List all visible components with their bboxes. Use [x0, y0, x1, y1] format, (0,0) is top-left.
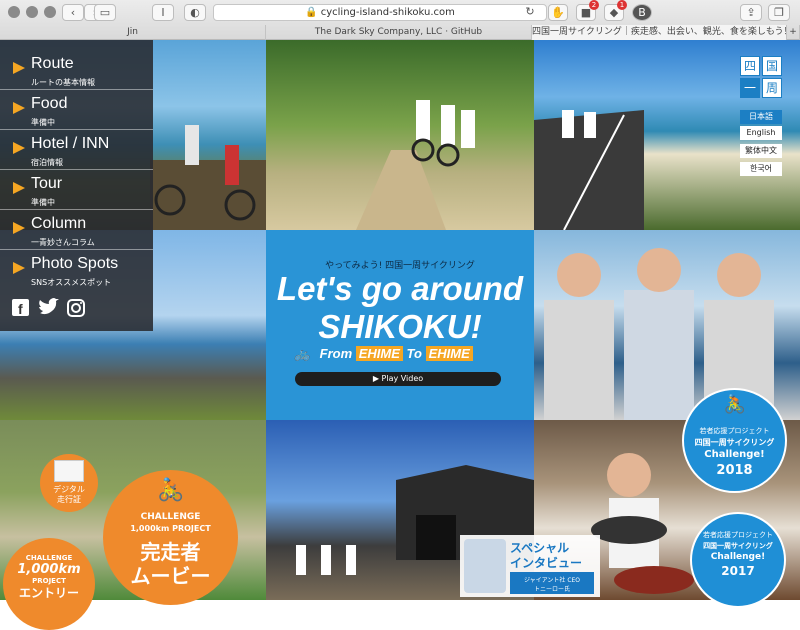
extension-badge-1-icon[interactable]: 2 ■ — [576, 0, 599, 21]
arrow-right-icon — [13, 102, 25, 114]
extension-badge-2-icon[interactable]: 1 ◆ — [604, 0, 627, 21]
hero-route-line: 🚲 From EHIME To EHIME — [294, 346, 524, 362]
menu-item-column[interactable]: Column 一青妙さんコラム — [0, 210, 153, 250]
lock-icon: 🔒 — [305, 7, 318, 18]
lang-english[interactable]: English — [740, 126, 782, 140]
language-switcher: 日本語 English 繁体中文 한국어 — [740, 110, 782, 178]
play-video-button[interactable]: ▶ Play Video — [295, 372, 501, 386]
arrow-right-icon — [13, 62, 25, 74]
facebook-icon[interactable]: f — [12, 299, 29, 317]
menu-item-hotel[interactable]: Hotel / INN 宿泊情報 — [0, 130, 153, 170]
hero-title-line2: SHIKOKU! — [318, 308, 482, 345]
lang-traditional-chinese[interactable]: 繁体中文 — [740, 144, 782, 158]
entry-badge[interactable]: CHALLENGE 1,000km PROJECT エントリー — [3, 538, 95, 630]
lang-japanese[interactable]: 日本語 — [740, 110, 782, 124]
tab-shikoku[interactable]: 四国一周サイクリング｜疾走感、出会い、観光、食を楽しもう！ — [532, 25, 787, 40]
bicycle-icon: 🚲 — [294, 346, 311, 361]
extension-icon[interactable]: ◐ — [184, 4, 206, 21]
badge-count-2: 1 — [617, 0, 627, 10]
tab-github[interactable]: The Dark Sky Company, LLC · GitHub — [266, 25, 532, 40]
logo-char: 国 — [762, 56, 782, 76]
photo-selfie-cyclists[interactable] — [534, 230, 800, 420]
menu-item-food[interactable]: Food 準備中 — [0, 90, 153, 130]
cyclist-icon: 🚴 — [157, 478, 185, 503]
url-text: cycling-island-shikoku.com — [320, 7, 455, 18]
tabs-overview-icon[interactable]: ❐ — [768, 4, 790, 21]
address-bar[interactable]: 🔒 cycling-island-shikoku.com — [213, 4, 547, 21]
reader-button[interactable]: I — [152, 4, 174, 21]
instagram-icon[interactable] — [67, 299, 85, 317]
browser-chrome: ‹ › ▭ I ◐ 🔒 cycling-island-shikoku.com ↻… — [0, 0, 800, 40]
play-icon: ▶ — [372, 374, 379, 383]
cyclist-icon: 🚴 — [723, 394, 747, 415]
profile-avatar[interactable]: B — [632, 4, 652, 21]
main-menu: Route ルートの基本情報 Food 準備中 Hotel / INN 宿泊情報 To… — [0, 40, 153, 331]
challenge-2018-badge[interactable]: 🚴 若者応援プロジェクト 四国一周サイクリング Challenge! 2018 — [682, 388, 787, 493]
selfie-cyclists-art — [544, 248, 774, 420]
photo-tree-road[interactable] — [266, 40, 534, 230]
minimize-window-button[interactable] — [26, 6, 38, 18]
logo-char: 一 — [740, 78, 760, 98]
browser-toolbar: ‹ › ▭ I ◐ 🔒 cycling-island-shikoku.com ↻… — [0, 0, 800, 24]
site-logo[interactable]: 四 国 一 周 — [740, 56, 782, 98]
zoom-window-button[interactable] — [44, 6, 56, 18]
map-card-icon — [54, 460, 84, 482]
logo-char: 周 — [762, 78, 782, 98]
interviewee-portrait — [464, 539, 506, 593]
hero-from-place: EHIME — [355, 346, 403, 361]
challenge-2017-badge[interactable]: 若者応援プロジェクト 四国一周サイクリング Challenge! 2017 — [690, 512, 786, 608]
arrow-right-icon — [13, 182, 25, 194]
extension-hand-icon[interactable]: ✋ — [548, 4, 568, 21]
menu-item-route[interactable]: Route ルートの基本情報 — [0, 50, 153, 90]
tab-bar: Jin The Dark Sky Company, LLC · GitHub 四… — [0, 25, 800, 40]
new-tab-button[interactable]: + — [787, 25, 800, 40]
sidebar-toggle-icon[interactable]: ▭ — [94, 4, 116, 21]
arrow-right-icon — [13, 262, 25, 274]
back-button[interactable]: ‹ — [62, 4, 84, 21]
twitter-icon[interactable] — [39, 298, 59, 315]
menu-item-tour[interactable]: Tour 準備中 — [0, 170, 153, 210]
tree-road-art — [356, 100, 475, 230]
svg-text:f: f — [18, 301, 23, 317]
badge-count-1: 2 — [589, 0, 599, 10]
arrow-right-icon — [13, 142, 25, 154]
lang-korean[interactable]: 한국어 — [740, 162, 782, 176]
special-interview-banner[interactable]: スペシャル インタビュー ジャイアント社 CEO トニーロー氏 — [460, 535, 600, 597]
digital-record-badge[interactable]: デジタル 走行証 — [40, 454, 98, 512]
social-icons: f — [12, 298, 85, 317]
finisher-movie-badge[interactable]: 🚴 CHALLENGE 1,000km PROJECT 完走者 ムービー — [103, 470, 238, 605]
tab-jin[interactable]: Jin — [0, 25, 266, 40]
hero-to-place: EHIME — [425, 346, 473, 361]
social-links: f — [12, 298, 102, 318]
hero-title-line1: Let's go around — [276, 270, 524, 307]
arrow-right-icon — [13, 222, 25, 234]
logo-char: 四 — [740, 56, 760, 76]
reload-icon[interactable]: ↻ — [520, 4, 540, 21]
share-icon[interactable]: ⇪ — [740, 4, 762, 21]
menu-item-photo-spots[interactable]: Photo Spots SNSオススメスポット — [0, 250, 153, 290]
close-window-button[interactable] — [8, 6, 20, 18]
